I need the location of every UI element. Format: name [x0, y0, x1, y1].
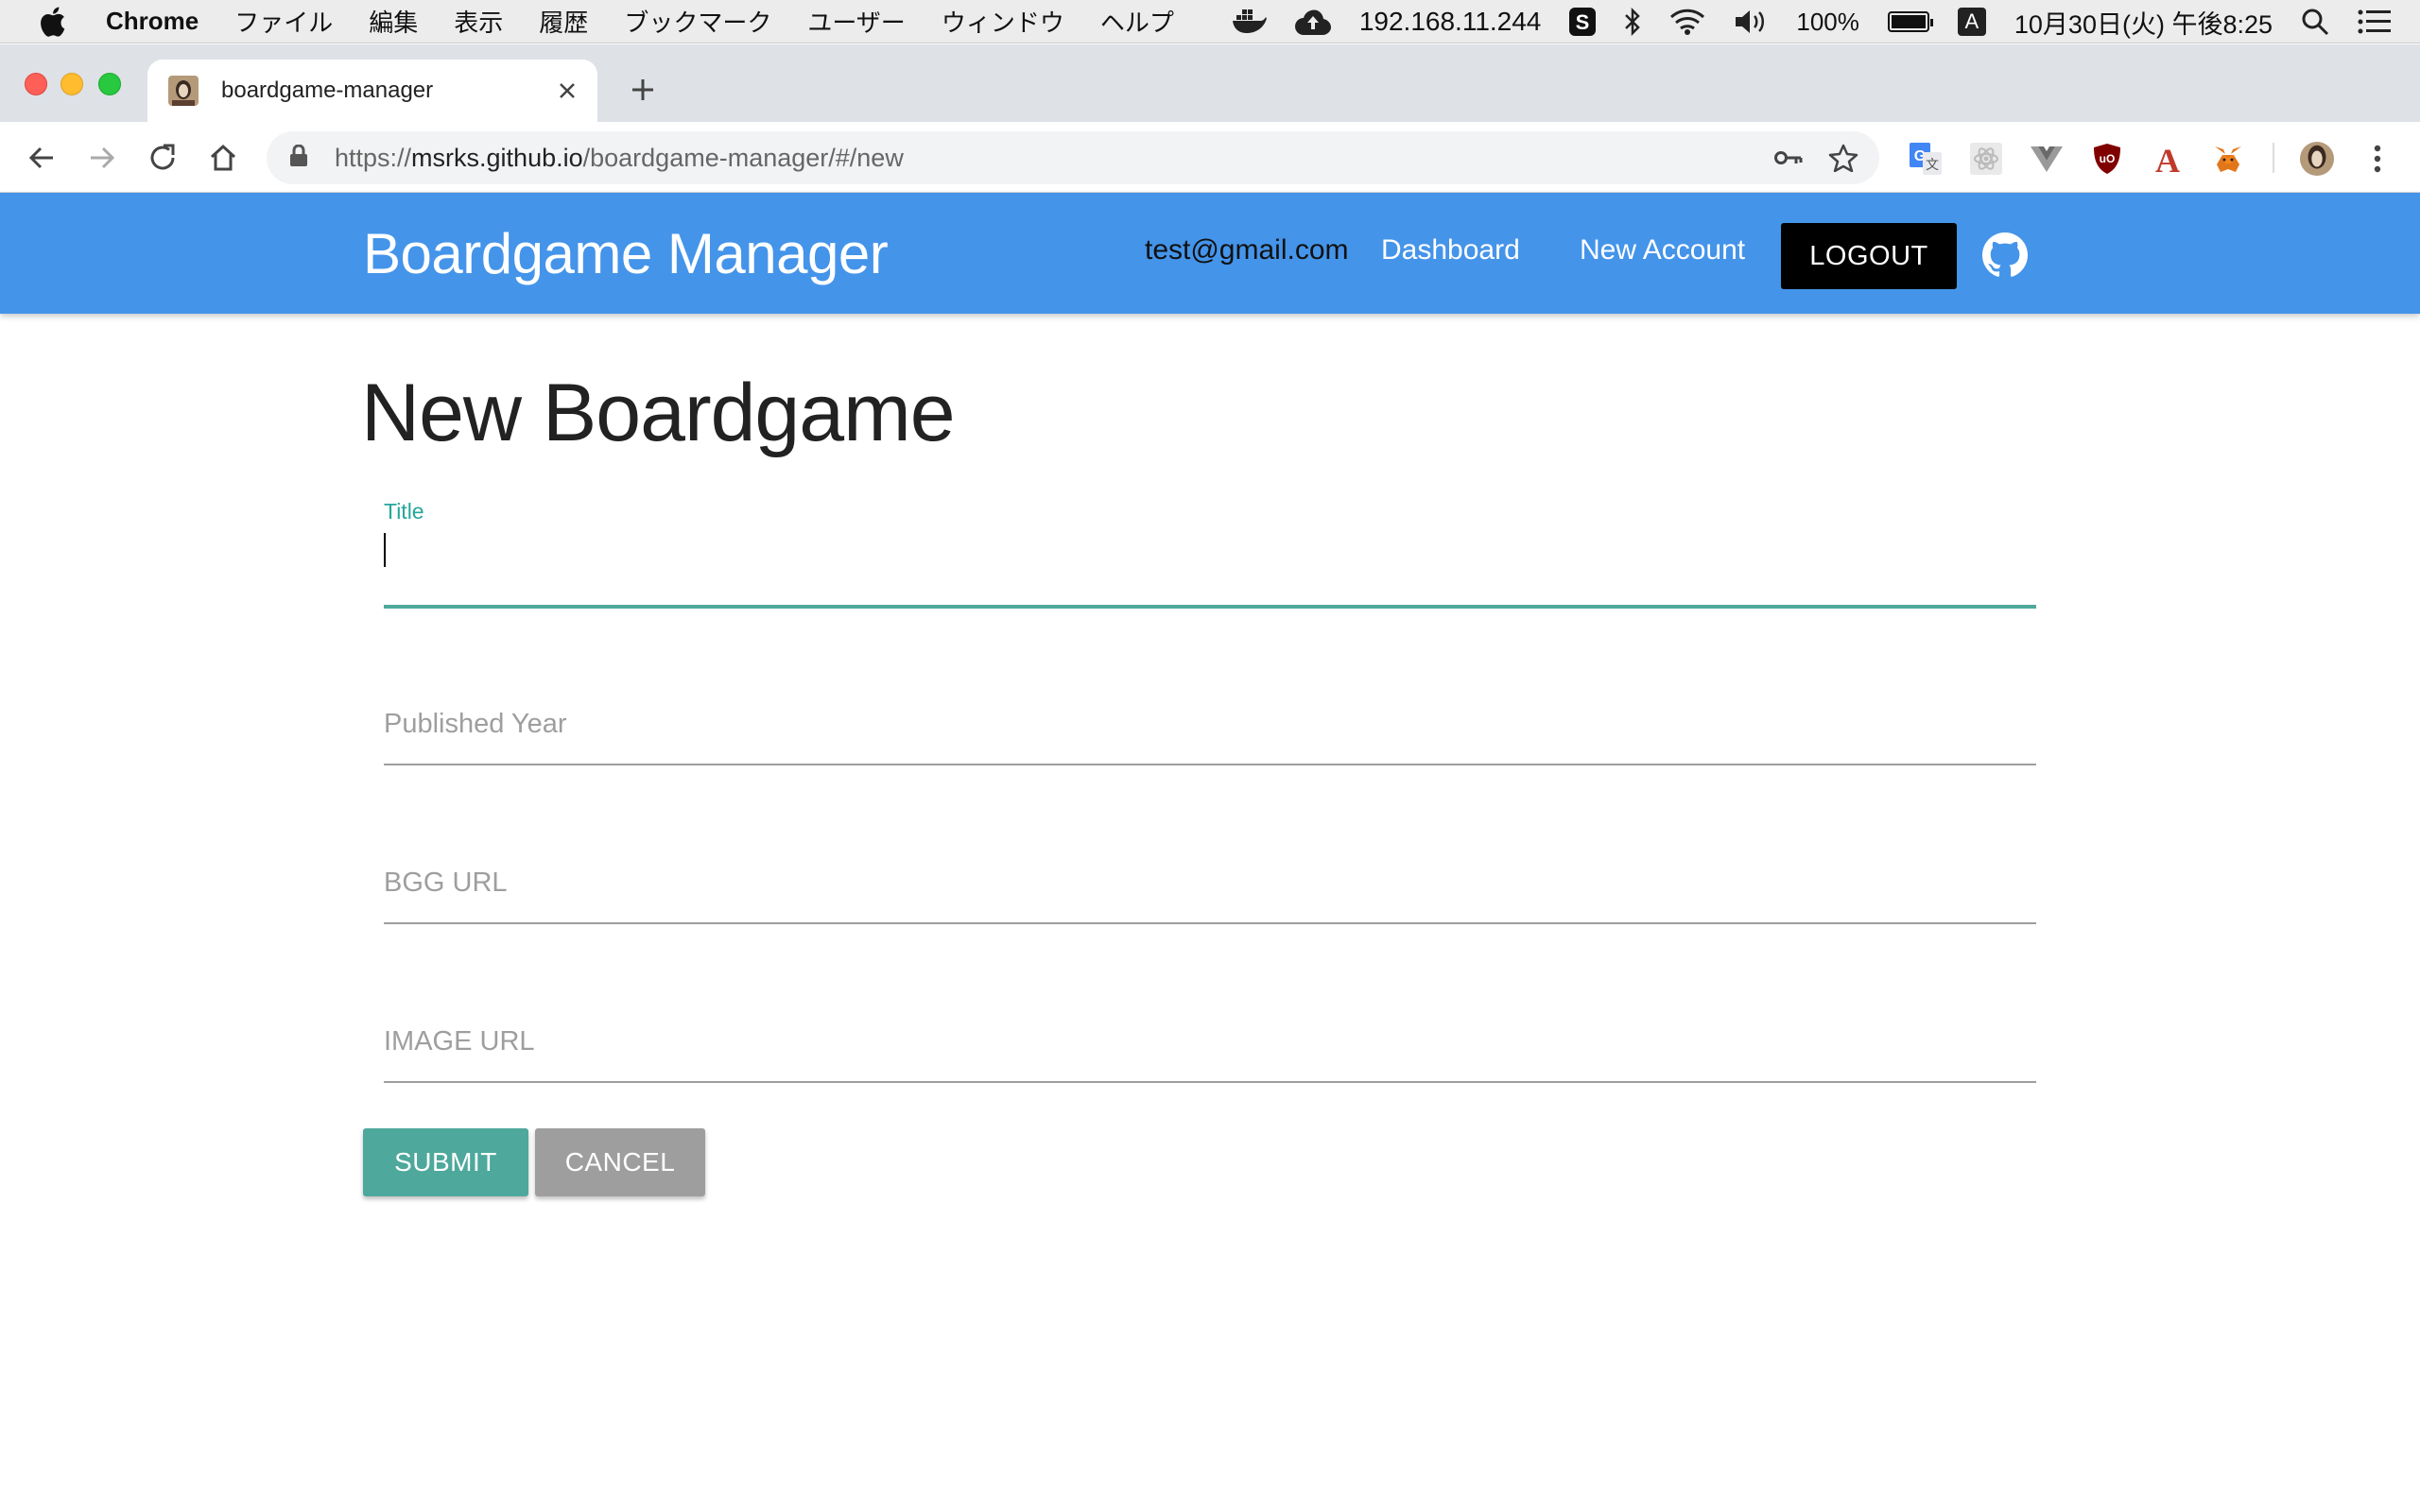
spotlight-search-icon[interactable]: [2301, 8, 2329, 36]
image-url-field[interactable]: IMAGE URL: [384, 1017, 2036, 1083]
user-email: test@gmail.com: [1145, 234, 1349, 266]
svg-text:A: A: [2155, 143, 2180, 175]
menu-help[interactable]: ヘルプ: [1100, 4, 1174, 39]
tab-favicon-icon: [168, 76, 199, 106]
bookmark-star-icon[interactable]: [1824, 139, 1862, 177]
toolbar-divider: [2273, 143, 2274, 173]
svg-text:S: S: [1576, 10, 1590, 34]
notification-center-icon[interactable]: [2358, 9, 2392, 34]
bgg-url-field[interactable]: BGG URL: [384, 858, 2036, 924]
menu-file[interactable]: ファイル: [234, 4, 333, 39]
image-url-underline: [384, 1081, 2036, 1083]
title-label: Title: [384, 499, 424, 524]
logout-button[interactable]: LOGOUT: [1781, 223, 1957, 289]
menu-people[interactable]: ユーザー: [807, 4, 905, 39]
ip-address: 192.168.11.244: [1358, 7, 1542, 36]
browser-tab-strip: boardgame-manager: [0, 44, 2420, 122]
window-close-button[interactable]: [25, 73, 47, 95]
s-app-icon[interactable]: S: [1569, 8, 1597, 36]
tab-close-icon[interactable]: [548, 72, 586, 110]
title-field: Title: [384, 499, 2036, 612]
brand-logo-link[interactable]: Boardgame Manager: [363, 221, 889, 286]
bluetooth-icon[interactable]: [1624, 8, 1641, 36]
browser-tab[interactable]: boardgame-manager: [147, 60, 597, 122]
cloud-upload-icon[interactable]: [1294, 9, 1331, 35]
window-minimize-button[interactable]: [60, 73, 83, 95]
chrome-menu-icon[interactable]: [2360, 141, 2395, 177]
wifi-icon[interactable]: [1669, 9, 1705, 35]
svg-text:uO: uO: [2100, 152, 2116, 165]
battery-percent: 100%: [1796, 7, 1859, 36]
menu-edit[interactable]: 編集: [369, 4, 418, 39]
app-header: Boardgame Manager test@gmail.com Dashboa…: [0, 193, 2420, 314]
nav-new-account-link[interactable]: New Account: [1580, 234, 1745, 266]
lock-icon[interactable]: [289, 144, 312, 172]
new-tab-plus-icon[interactable]: [624, 71, 662, 109]
acrobat-extension-icon[interactable]: A: [2150, 141, 2186, 177]
published-year-input[interactable]: Published Year: [384, 709, 567, 740]
cancel-button[interactable]: CANCEL: [535, 1128, 705, 1196]
svg-text:文: 文: [1926, 158, 1939, 173]
nav-dashboard-link[interactable]: Dashboard: [1381, 234, 1520, 266]
macos-menu-bar: Chrome ファイル 編集 表示 履歴 ブックマーク ユーザー ウィンドウ ヘ…: [0, 0, 2420, 43]
github-icon[interactable]: [1982, 232, 2028, 278]
image-url-input[interactable]: IMAGE URL: [384, 1026, 535, 1057]
menu-history[interactable]: 履歴: [539, 4, 588, 39]
metamask-fox-icon[interactable]: [2210, 141, 2246, 177]
menu-view[interactable]: 表示: [454, 4, 503, 39]
apple-menu-icon[interactable]: [38, 6, 72, 38]
bgg-url-underline: [384, 922, 2036, 924]
input-source-icon[interactable]: A: [1957, 8, 1986, 36]
battery-icon[interactable]: [1887, 11, 1933, 32]
title-underline: [384, 605, 2036, 609]
text-caret: [384, 533, 386, 567]
reload-icon[interactable]: [144, 139, 182, 177]
forward-arrow-icon[interactable]: [83, 139, 121, 177]
volume-icon[interactable]: [1734, 9, 1768, 35]
url-host: msrks.github.io: [411, 143, 583, 172]
docker-icon[interactable]: [1231, 9, 1267, 34]
url-path: /boardgame-manager/#/new: [582, 143, 904, 172]
react-devtools-icon[interactable]: [1968, 141, 2004, 177]
title-input[interactable]: [384, 531, 2036, 584]
menu-bookmarks[interactable]: ブックマーク: [624, 4, 771, 39]
bgg-url-input[interactable]: BGG URL: [384, 868, 508, 899]
window-zoom-button[interactable]: [98, 73, 121, 95]
published-year-underline: [384, 764, 2036, 765]
url-text: https://msrks.github.io/boardgame-manage…: [335, 144, 1770, 173]
browser-toolbar: https://msrks.github.io/boardgame-manage…: [0, 122, 2420, 193]
tab-title: boardgame-manager: [221, 77, 434, 103]
menu-app-name[interactable]: Chrome: [106, 7, 199, 36]
ublock-origin-icon[interactable]: uO: [2089, 141, 2125, 177]
published-year-field[interactable]: Published Year: [384, 699, 2036, 765]
submit-button[interactable]: SUBMIT: [363, 1128, 528, 1196]
profile-avatar[interactable]: [2299, 141, 2335, 177]
address-bar[interactable]: https://msrks.github.io/boardgame-manage…: [267, 131, 1879, 184]
menu-window[interactable]: ウィンドウ: [942, 4, 1064, 39]
back-arrow-icon[interactable]: [23, 139, 60, 177]
page-title: New Boardgame: [361, 368, 956, 458]
menu-clock[interactable]: 10月30日(火) 午後8:25: [2014, 4, 2273, 41]
home-icon[interactable]: [204, 139, 242, 177]
password-key-icon[interactable]: [1770, 139, 1807, 177]
menu-bar-status-area: 192.168.11.244 S 100% A 10月30日(火) 午後8:25: [1231, 0, 2420, 43]
url-scheme: https://: [335, 143, 412, 172]
vue-devtools-icon[interactable]: [2029, 141, 2065, 177]
google-translate-icon[interactable]: G文: [1908, 141, 1944, 177]
